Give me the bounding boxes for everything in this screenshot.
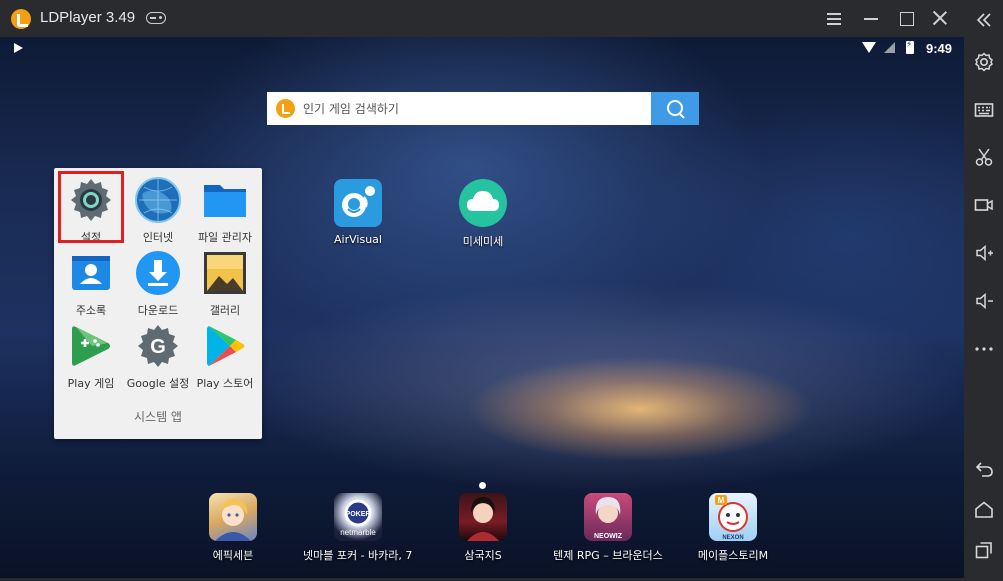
app-label: 넷마블 포커 - 바카라, 7포 <box>303 549 413 562</box>
clock: 9:49 <box>926 41 953 56</box>
settings-gear-icon[interactable] <box>970 48 997 75</box>
brown-dust-icon: NEOWIZ <box>584 493 632 541</box>
app-label: Play 스토어 <box>196 377 254 390</box>
gamepad-icon[interactable] <box>146 12 166 24</box>
no-signal-icon <box>884 42 895 53</box>
globe-icon <box>135 177 181 223</box>
neowiz-icon-text: NEOWIZ <box>594 533 623 540</box>
back-icon[interactable] <box>970 455 997 482</box>
search-input[interactable]: 인기 게임 검색하기 <box>303 100 399 117</box>
app-file-manager[interactable]: 파일 관리자 <box>190 177 260 245</box>
folder-name[interactable]: 시스템 앱 <box>54 408 262 425</box>
title-bar: LDPlayer 3.49 <box>0 0 1003 37</box>
app-label: 미세미세 <box>462 235 504 248</box>
close-button[interactable] <box>928 6 952 30</box>
app-misemise[interactable]: 미세미세 <box>428 179 538 249</box>
app-downloads[interactable]: 다운로드 <box>123 250 193 318</box>
app-label: 삼국지S <box>464 549 502 562</box>
volume-up-icon[interactable] <box>970 239 997 266</box>
selection-highlight <box>58 171 124 243</box>
cloud-icon <box>459 179 507 227</box>
right-toolbar <box>964 0 1003 581</box>
app-label: 다운로드 <box>137 304 179 317</box>
app-brown-dust[interactable]: NEOWIZ 텐제 RPG – 브라운더스 <box>553 493 663 563</box>
app-contacts[interactable]: 주소록 <box>56 250 126 318</box>
collapse-toolbar-icon[interactable] <box>970 6 997 33</box>
home-icon[interactable] <box>970 496 997 523</box>
svg-text:M: M <box>718 496 725 505</box>
app-maplestory-m[interactable]: M NEXON 메이플스토리M <box>678 493 788 563</box>
airvisual-icon <box>334 179 382 227</box>
play-store-notification-icon <box>14 43 23 53</box>
app-google-settings[interactable]: G Google 설정 <box>123 323 193 391</box>
folder-icon <box>202 177 248 223</box>
app-play-store[interactable]: Play 스토어 <box>190 323 260 391</box>
netmarble-poker-icon: POKER netmarble <box>334 493 382 541</box>
app-label: 텐제 RPG – 브라운더스 <box>553 549 663 562</box>
search-button[interactable] <box>651 92 699 125</box>
status-bar: 9:49 <box>0 37 964 61</box>
system-apps-folder: 설정 인터넷 파일 관리자 주소록 다운로드 갤러리 Play 게임 G Goo… <box>54 168 262 439</box>
samgukji-icon <box>459 493 507 541</box>
app-label: 인터넷 <box>142 231 174 244</box>
window-title: LDPlayer 3.49 <box>40 9 136 26</box>
app-label: Play 게임 <box>67 377 115 390</box>
app-label: AirVisual <box>334 233 382 246</box>
app-label: 갤러리 <box>209 304 241 317</box>
recent-apps-icon[interactable] <box>970 536 997 563</box>
app-label: 에픽세븐 <box>212 549 254 562</box>
app-play-games[interactable]: Play 게임 <box>56 323 126 391</box>
epic-seven-icon <box>209 493 257 541</box>
ldplayer-search-logo-icon <box>276 99 295 118</box>
more-options-icon[interactable] <box>970 335 997 362</box>
app-label: 파일 관리자 <box>197 231 253 244</box>
app-samgukji[interactable]: 삼국지S <box>428 493 538 563</box>
contacts-icon <box>68 250 114 296</box>
app-label: 메이플스토리M <box>697 549 769 562</box>
app-label: Google 설정 <box>126 377 190 390</box>
app-airvisual[interactable]: AirVisual <box>303 179 413 246</box>
scissors-icon[interactable] <box>970 143 997 170</box>
svg-text:POKER: POKER <box>346 511 371 518</box>
svg-text:G: G <box>150 336 166 358</box>
wifi-icon <box>862 42 876 53</box>
record-video-icon[interactable] <box>970 191 997 218</box>
google-settings-icon: G <box>135 323 181 369</box>
maximize-button[interactable] <box>894 6 918 30</box>
maplestory-icon: M NEXON <box>709 493 757 541</box>
play-games-icon <box>68 323 114 369</box>
page-indicator-dot <box>479 482 486 489</box>
netmarble-icon-text: netmarble <box>340 528 376 537</box>
app-epic-seven[interactable]: 에픽세븐 <box>178 493 288 563</box>
android-screen[interactable]: 9:49 인기 게임 검색하기 설정 인터넷 파일 관리자 <box>0 37 964 578</box>
ldplayer-logo-icon <box>11 9 31 29</box>
volume-down-icon[interactable] <box>970 287 997 314</box>
app-gallery[interactable]: 갤러리 <box>190 250 260 318</box>
play-store-icon <box>202 323 248 369</box>
app-internet[interactable]: 인터넷 <box>123 177 193 245</box>
nexon-icon-text: NEXON <box>722 535 743 541</box>
keyboard-icon[interactable] <box>970 96 997 123</box>
search-bar[interactable]: 인기 게임 검색하기 <box>267 92 699 125</box>
app-netmarble-poker[interactable]: POKER netmarble 넷마블 포커 - 바카라, 7포 <box>303 493 413 563</box>
download-icon <box>135 250 181 296</box>
menu-icon[interactable] <box>822 6 846 30</box>
gallery-icon <box>202 250 248 296</box>
minimize-button[interactable] <box>859 6 883 30</box>
battery-charging-icon <box>906 40 914 54</box>
app-label: 주소록 <box>75 304 107 317</box>
